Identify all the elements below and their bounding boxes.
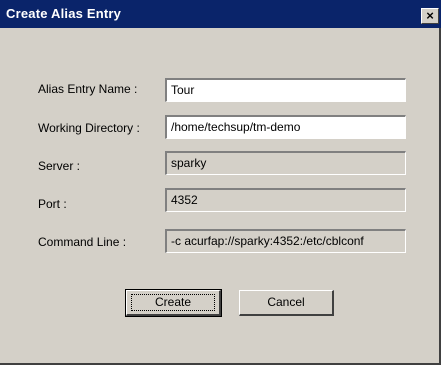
command-line-label: Command Line : bbox=[38, 235, 127, 249]
cancel-button-label: Cancel bbox=[267, 295, 305, 309]
dialog-title: Create Alias Entry bbox=[6, 6, 122, 21]
alias-entry-name-field[interactable]: Tour bbox=[165, 78, 406, 102]
create-alias-entry-dialog: Create Alias Entry × Alias Entry Name : … bbox=[0, 0, 441, 365]
server-label: Server : bbox=[38, 159, 81, 173]
server-field: sparky bbox=[165, 151, 406, 175]
cancel-button[interactable]: Cancel bbox=[239, 290, 334, 316]
title-bar[interactable]: Create Alias Entry × bbox=[0, 0, 441, 28]
alias-entry-name-label: Alias Entry Name : bbox=[38, 82, 138, 96]
port-field: 4352 bbox=[165, 188, 406, 212]
command-line-field: -c acurfap://sparky:4352:/etc/cblconf bbox=[165, 229, 406, 253]
working-directory-field[interactable]: /home/techsup/tm-demo bbox=[165, 115, 406, 139]
port-label: Port : bbox=[38, 197, 67, 211]
working-directory-label: Working Directory : bbox=[38, 121, 140, 135]
close-icon[interactable]: × bbox=[421, 8, 439, 24]
create-button[interactable]: Create bbox=[125, 289, 222, 317]
create-button-label: Create bbox=[154, 295, 192, 309]
